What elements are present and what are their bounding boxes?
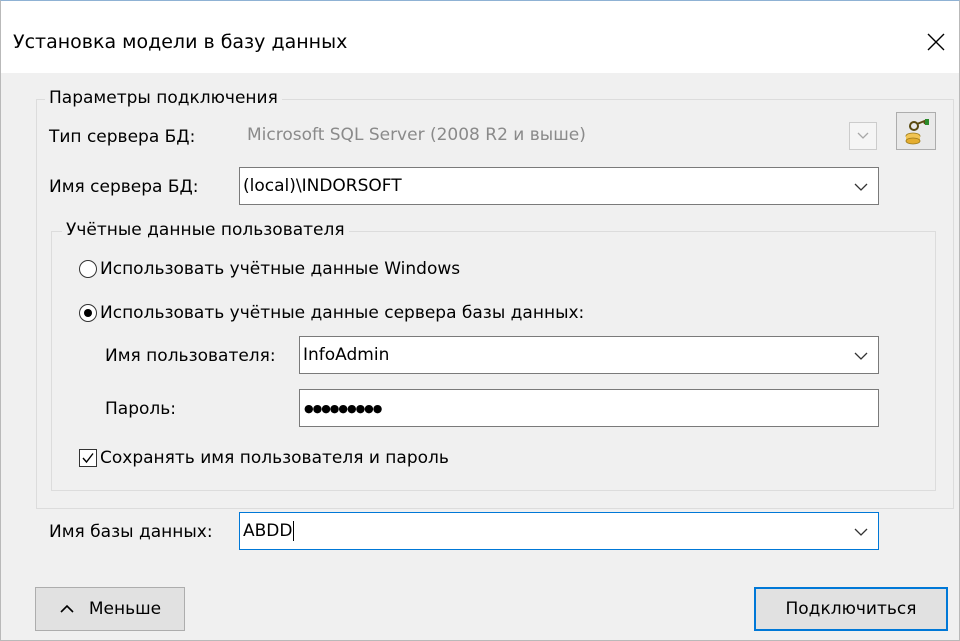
database-engine-button[interactable] [896,112,936,150]
server-type-dropdown [849,122,877,150]
server-type-value: Microsoft SQL Server (2008 R2 и выше) [247,125,586,145]
chevron-down-icon[interactable] [852,523,870,541]
less-button-label: Меньше [88,599,162,619]
chevron-down-icon[interactable] [852,178,870,196]
username-label: Имя пользователя: [105,346,276,366]
password-label: Пароль: [105,399,177,419]
dialog-title: Установка модели в базу данных [13,31,348,53]
database-key-icon [905,119,929,145]
database-name-combobox[interactable]: ABDD [239,512,879,550]
radio-server-auth-label: Использовать учётные данные сервера базы… [100,303,585,323]
server-name-value: (local)\INDORSOFT [243,176,402,196]
checkmark-icon [82,453,94,464]
close-icon [927,33,945,51]
radio-windows-auth-label: Использовать учётные данные Windows [100,259,461,279]
password-field[interactable]: ●●●●●●●●● [299,389,879,427]
radio-circle[interactable] [79,304,97,322]
connection-group-legend: Параметры подключения [45,88,282,108]
chevron-down-icon[interactable] [852,347,870,365]
less-button[interactable]: Меньше [35,587,185,631]
close-button[interactable] [913,19,959,65]
install-model-dialog: Установка модели в базу данных Параметры… [0,0,960,641]
radio-server-auth[interactable]: Использовать учётные данные сервера базы… [79,303,584,323]
radio-selected-dot [84,309,92,317]
username-combobox[interactable]: InfoAdmin [299,336,879,374]
title-bar: Установка модели в базу данных [1,1,959,73]
save-credentials-label: Сохранять имя пользователя и пароль [100,448,449,468]
connect-button[interactable]: Подключиться [754,587,948,631]
database-name-text: ABDD [243,521,293,541]
username-value: InfoAdmin [303,345,390,365]
chevron-down-icon [857,132,869,139]
database-name-label: Имя базы данных: [49,522,213,542]
server-name-label: Имя сервера БД: [49,177,199,197]
password-mask: ●●●●●●●●● [304,402,382,415]
connect-button-label: Подключиться [785,599,917,619]
radio-windows-auth[interactable]: Использовать учётные данные Windows [79,259,460,279]
server-type-select: Microsoft SQL Server (2008 R2 и выше) [239,117,879,155]
credentials-group-legend: Учётные данные пользователя [62,220,349,240]
chevron-up-icon [60,604,74,613]
server-type-label: Тип сервера БД: [49,127,196,147]
database-name-value: ABDD [243,521,295,541]
checkbox-box[interactable] [79,449,97,467]
server-name-combobox[interactable]: (local)\INDORSOFT [239,167,879,205]
save-credentials-checkbox[interactable]: Сохранять имя пользователя и пароль [79,448,449,468]
radio-circle[interactable] [79,260,97,278]
text-caret [293,521,295,541]
